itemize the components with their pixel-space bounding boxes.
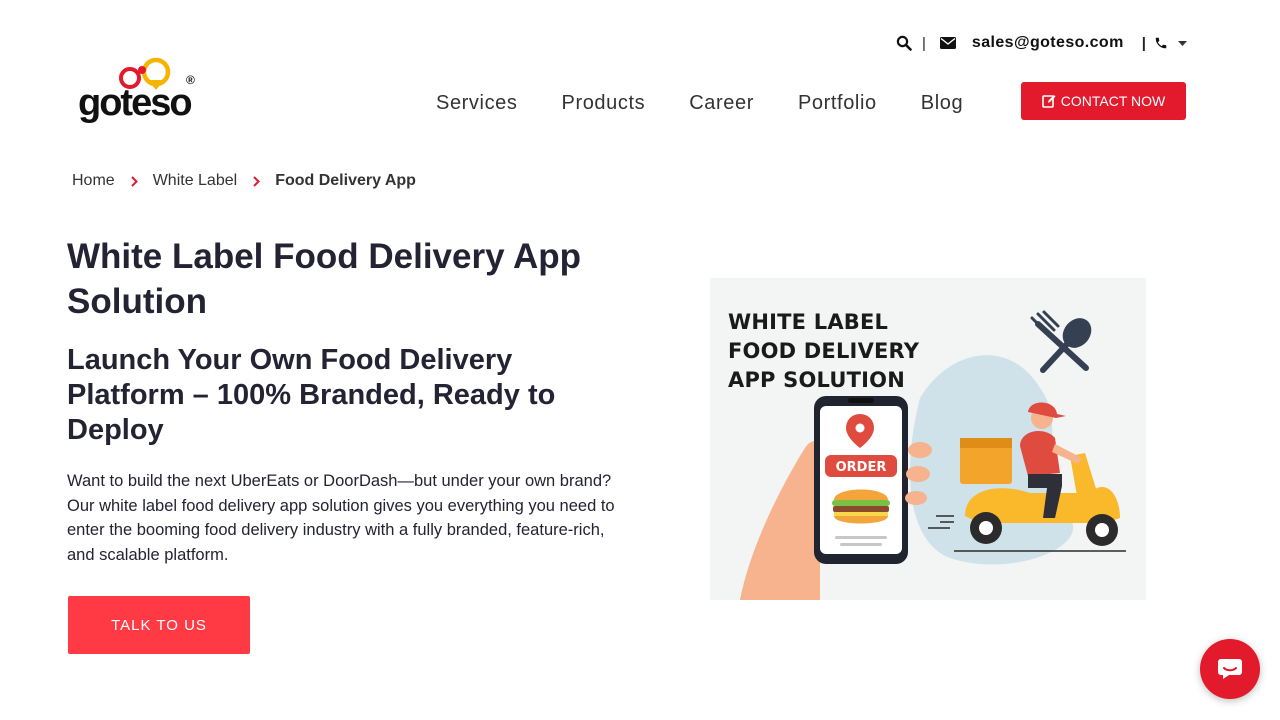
- hero-description: Want to build the next UberEats or DoorD…: [67, 472, 615, 564]
- talk-to-us-button[interactable]: TALK TO US: [68, 596, 250, 654]
- hero-illustration: ORDER WHITE LABEL FOOD DELIVERY APP SOLU…: [710, 278, 1146, 600]
- nav-item-portfolio[interactable]: Portfolio: [798, 92, 877, 115]
- nav-item-services[interactable]: Services: [436, 92, 518, 115]
- contact-now-label: CONTACT NOW: [1060, 93, 1166, 109]
- chat-icon: [1217, 657, 1243, 681]
- edit-icon: [1041, 94, 1061, 108]
- page-title: White Label Food Delivery App Solution: [67, 237, 582, 321]
- svg-text:goteso: goteso: [78, 82, 191, 124]
- search-icon[interactable]: [896, 35, 912, 51]
- topbar-separator: |: [922, 34, 926, 52]
- svg-text:ORDER: ORDER: [836, 460, 887, 475]
- goteso-logo[interactable]: goteso ®: [76, 56, 202, 124]
- sales-email-link[interactable]: sales@goteso.com: [972, 34, 1124, 52]
- top-utility-bar: | sales@goteso.com |: [896, 30, 1187, 56]
- chevron-right-icon: [253, 175, 261, 187]
- svg-text:®: ®: [186, 73, 195, 87]
- caret-down-icon[interactable]: [1177, 40, 1187, 46]
- nav-item-products[interactable]: Products: [562, 92, 646, 115]
- chat-widget-button[interactable]: [1200, 639, 1260, 699]
- main-nav: Services Products Career Portfolio Blog: [436, 92, 963, 115]
- breadcrumb-white-label[interactable]: White Label: [153, 172, 238, 190]
- breadcrumb-current: Food Delivery App: [275, 172, 416, 189]
- nav-item-blog[interactable]: Blog: [921, 92, 963, 115]
- fork-spoon-icon: [1030, 310, 1092, 373]
- envelope-icon[interactable]: [939, 37, 956, 49]
- contact-now-button[interactable]: CONTACT NOW: [1021, 82, 1186, 120]
- hero-subtitle: Launch Your Own Food Delivery Platform –…: [67, 344, 556, 446]
- phone-icon[interactable]: [1154, 36, 1168, 50]
- breadcrumb-home[interactable]: Home: [72, 172, 115, 190]
- illustration-title: WHITE LABEL FOOD DELIVERY APP SOLUTION: [728, 310, 920, 392]
- topbar-separator: |: [1141, 34, 1146, 52]
- chevron-right-icon: [130, 175, 138, 187]
- breadcrumb: Home White Label Food Delivery App: [72, 172, 416, 190]
- nav-item-career[interactable]: Career: [689, 92, 754, 115]
